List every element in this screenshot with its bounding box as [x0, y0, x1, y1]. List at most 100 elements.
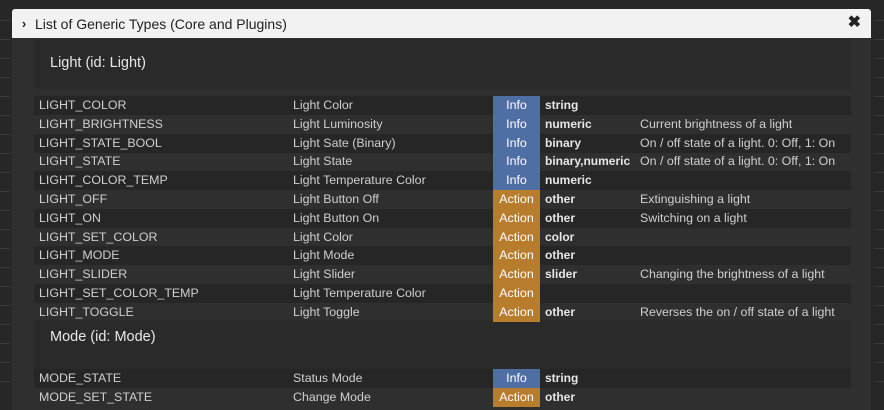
type-id: LIGHT_BRIGHTNESS [39, 116, 163, 131]
type-description [640, 388, 851, 407]
background-stripe [0, 58, 10, 59]
background-stripe [0, 381, 10, 382]
data-type: numeric [545, 173, 592, 188]
type-name: Light Temperature Color [293, 173, 426, 188]
type-name: Light State [293, 154, 353, 169]
chevron-right-icon[interactable]: › [13, 16, 35, 31]
table-row[interactable]: LIGHT_SET_COLOR Light Color Action color [34, 227, 851, 247]
background-stripe [874, 305, 884, 306]
type-id: LIGHT_ON [39, 210, 101, 225]
background-stripe [874, 210, 884, 211]
generic-types-dialog: › List of Generic Types (Core and Plugin… [12, 9, 871, 410]
background-stripe [874, 343, 884, 344]
section-title-light: Light (id: Light) [50, 55, 146, 71]
type-id: LIGHT_STATE_BOOL [39, 135, 162, 150]
background-stripe [874, 248, 884, 249]
types-list: Light (id: Light) Mode (id: Mode) LIGHT_… [12, 38, 871, 410]
type-badge: Info [493, 171, 540, 191]
type-id: LIGHT_SET_COLOR [39, 229, 158, 244]
background-stripe [874, 324, 884, 325]
type-id: LIGHT_TOGGLE [39, 304, 134, 319]
type-name: Light Mode [293, 248, 355, 263]
data-type: binary [545, 135, 582, 150]
type-description: Reverses the on / off state of a light [640, 304, 835, 319]
table-row[interactable]: LIGHT_SET_COLOR_TEMP Light Temperature Co… [34, 284, 851, 303]
background-stripe [0, 248, 10, 249]
table-row[interactable]: LIGHT_MODE Light Mode Action other [34, 246, 851, 266]
background-stripe [0, 20, 10, 21]
type-id: LIGHT_COLOR [39, 98, 127, 112]
type-id: LIGHT_OFF [39, 192, 108, 206]
type-description [640, 228, 851, 247]
table-row[interactable]: LIGHT_COLOR_TEMP Light Temperature Color I… [34, 171, 851, 191]
background-stripe [874, 381, 884, 382]
data-type: string [545, 371, 579, 385]
type-name: Light Button On [293, 210, 380, 225]
section-header-mode [34, 320, 851, 370]
background-stripe [0, 191, 10, 192]
data-type: other [545, 389, 575, 404]
type-badge: Action [493, 208, 540, 228]
background-stripe [874, 115, 884, 116]
type-badge: Action [493, 246, 540, 266]
type-description: Switching on a light [640, 210, 747, 225]
table-row[interactable]: LIGHT_STATE Light State Info binary,numeric… [34, 152, 851, 172]
type-id: LIGHT_STATE [39, 154, 121, 169]
type-description: Current brightness of a light [640, 116, 793, 131]
table-row[interactable]: LIGHT_OFF Light Button Off Action other Exti… [34, 190, 851, 209]
background-stripe [874, 191, 884, 192]
type-id: MODE_SET_STATE [39, 389, 153, 404]
section-header-light [34, 39, 851, 89]
background-stripe [0, 115, 10, 116]
background-stripe [874, 96, 884, 97]
background-stripe [0, 343, 10, 344]
dialog-title: List of Generic Types (Core and Plugins) [35, 15, 287, 32]
table-row[interactable]: LIGHT_STATE_BOOL Light Sate (Binary) Info b… [34, 133, 851, 153]
table-row[interactable]: MODE_STATE Status Mode Info string [34, 369, 851, 388]
data-type: numeric [545, 116, 592, 131]
background-stripe [0, 172, 10, 173]
type-description: On / off state of a light. 0: Off, 1: On [640, 154, 836, 169]
table-row[interactable]: LIGHT_TOGGLE Light Toggle Action other Rever… [34, 302, 851, 322]
background-stripe [874, 153, 884, 154]
table-row[interactable]: LIGHT_BRIGHTNESS Light Luminosity Info nume… [34, 114, 851, 134]
type-badge: Info [493, 96, 540, 115]
type-name: Change Mode [293, 389, 371, 404]
type-name: Light Temperature Color [293, 286, 426, 300]
type-name: Light Color [293, 229, 353, 244]
type-badge: Info [493, 152, 540, 172]
background-stripe [0, 39, 10, 40]
type-name: Light Sate (Binary) [293, 135, 396, 150]
background-stripe [0, 324, 10, 325]
background-stripe [0, 229, 10, 230]
type-description: On / off state of a light. 0: Off, 1: On [640, 135, 836, 150]
data-type: color [545, 229, 575, 244]
type-description [640, 171, 851, 190]
table-row[interactable]: LIGHT_ON Light Button On Action other Switch… [34, 208, 851, 228]
section-title-mode: Mode (id: Mode) [50, 329, 156, 345]
type-badge: Info [493, 133, 540, 153]
type-name: Status Mode [293, 371, 363, 385]
type-description: Extinguishing a light [640, 192, 751, 206]
type-id: MODE_STATE [39, 371, 122, 385]
data-type: other [545, 248, 575, 263]
type-badge: Action [493, 227, 540, 247]
type-badge: Info [493, 114, 540, 134]
close-icon[interactable]: ✖ [848, 14, 861, 32]
background-stripe [874, 39, 884, 40]
type-description [640, 96, 851, 115]
background-stripe [0, 77, 10, 78]
background-stripe [0, 210, 10, 211]
type-badge: Info [493, 369, 540, 388]
type-badge: Action [493, 284, 540, 303]
data-type: other [545, 210, 575, 225]
table-row[interactable]: LIGHT_COLOR Light Color Info string [34, 96, 851, 115]
type-name: Light Toggle [293, 304, 360, 319]
type-badge: Action [493, 190, 540, 209]
type-id: LIGHT_SLIDER [39, 267, 128, 282]
dialog-titlebar[interactable]: › List of Generic Types (Core and Plugin… [12, 9, 871, 38]
background-stripe [874, 77, 884, 78]
type-name: Light Color [293, 98, 353, 112]
table-row[interactable]: MODE_SET_STATE Change Mode Action other [34, 387, 851, 407]
table-row[interactable]: LIGHT_SLIDER Light Slider Action slider Chan… [34, 265, 851, 285]
